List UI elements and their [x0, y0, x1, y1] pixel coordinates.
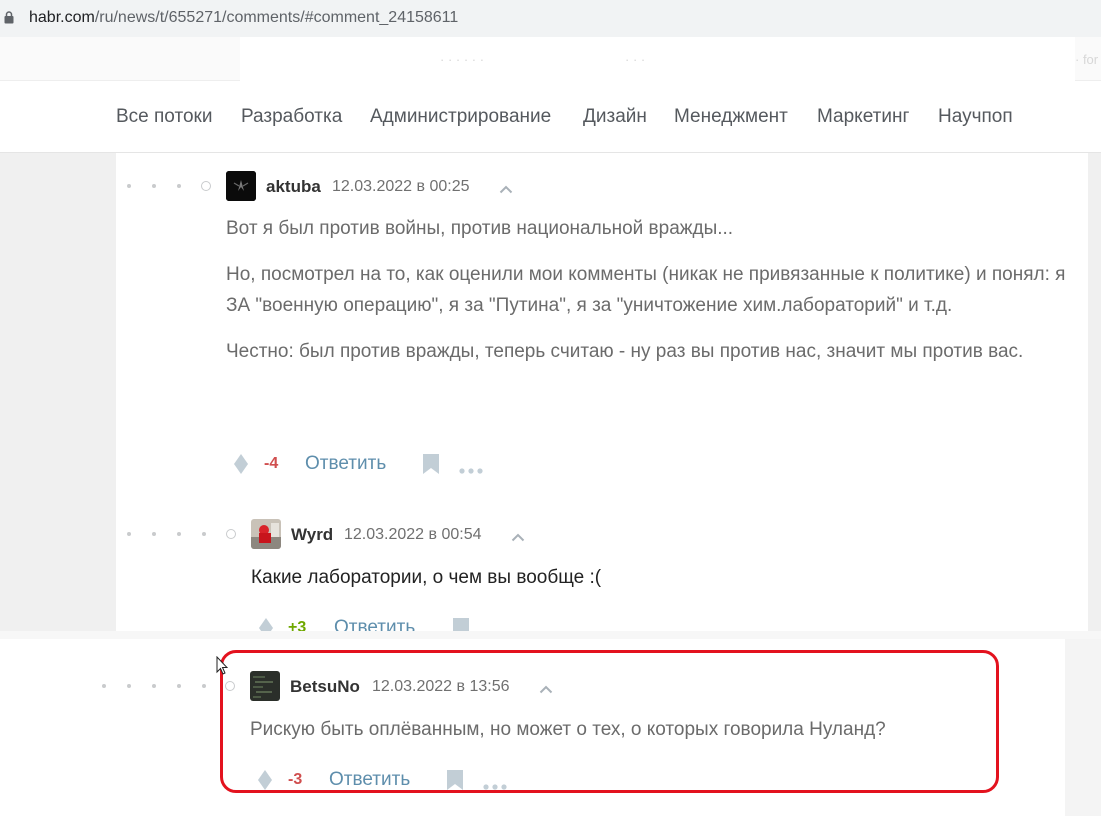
right-gutter-2 [1065, 639, 1101, 816]
site-header-faded: · · · · · · · · · · for [0, 37, 1101, 81]
faded-label: · · · · · · [440, 52, 485, 67]
divider-band [0, 631, 1101, 639]
nav-item-design[interactable]: Дизайн [583, 106, 647, 128]
flows-nav: Все потоки Разработка Администрирование … [0, 81, 1101, 153]
comment-paragraph: Вот я был против войны, против националь… [226, 218, 734, 239]
faded-label: · · · [625, 52, 646, 67]
nav-item-popsci[interactable]: Научпоп [938, 106, 1013, 128]
url-host: habr.com [29, 9, 95, 26]
nav-item-marketing[interactable]: Маркетинг [817, 106, 909, 128]
url-text[interactable]: habr.com/ru/news/t/655271/comments/#comm… [29, 9, 458, 27]
chevron-up-icon[interactable] [511, 529, 525, 542]
thread-level-dots [127, 181, 217, 191]
comment-username[interactable]: Wyrd [291, 525, 333, 545]
more-icon[interactable] [459, 461, 483, 474]
bookmark-icon[interactable] [453, 618, 469, 631]
mouse-cursor-icon [216, 655, 229, 681]
nav-item-development[interactable]: Разработка [241, 106, 342, 128]
nav-item-administration[interactable]: Администрирование [370, 106, 551, 128]
bookmark-icon[interactable] [423, 454, 439, 474]
comment-paragraph: Но, посмотрел на то, как оценили мои ком… [226, 264, 1066, 316]
comment-body: Какие лаборатории, о чем вы вообще :( [251, 562, 1071, 608]
vote-icon[interactable] [259, 618, 273, 631]
left-gutter [0, 153, 116, 631]
comment-score: -4 [264, 455, 279, 472]
nav-item-all[interactable]: Все потоки [116, 106, 212, 128]
comment-date[interactable]: 12.03.2022 в 00:54 [344, 526, 482, 544]
lock-icon [4, 11, 14, 29]
comment-score: +3 [288, 619, 307, 631]
comment-date[interactable]: 12.03.2022 в 00:25 [332, 178, 470, 196]
comment-body: Вот я был против войны, против националь… [226, 213, 1081, 382]
comment-username[interactable]: aktuba [266, 177, 321, 197]
comment-actions-clipped: +3 Ответить [230, 612, 530, 631]
vote-icon[interactable] [234, 454, 248, 474]
right-gutter [1088, 153, 1101, 631]
highlight-box [220, 650, 999, 793]
chevron-up-icon[interactable] [499, 181, 513, 194]
faded-label: · for [1075, 52, 1099, 67]
left-gutter-2 [0, 639, 90, 816]
address-bar[interactable]: habr.com/ru/news/t/655271/comments/#comm… [0, 0, 1101, 37]
reply-button[interactable]: Ответить [334, 617, 415, 631]
avatar[interactable] [251, 519, 281, 549]
avatar[interactable] [226, 171, 256, 201]
more-icon[interactable] [489, 625, 513, 631]
nav-item-management[interactable]: Менеджмент [674, 106, 788, 128]
reply-button[interactable]: Ответить [305, 453, 386, 475]
comment-paragraph: Какие лаборатории, о чем вы вообще :( [251, 567, 602, 588]
thread-level-dots [127, 529, 242, 539]
comment-paragraph: Честно: был против вражды, теперь считаю… [226, 341, 1024, 362]
url-path: /ru/news/t/655271/comments/#comment_2415… [94, 9, 459, 26]
